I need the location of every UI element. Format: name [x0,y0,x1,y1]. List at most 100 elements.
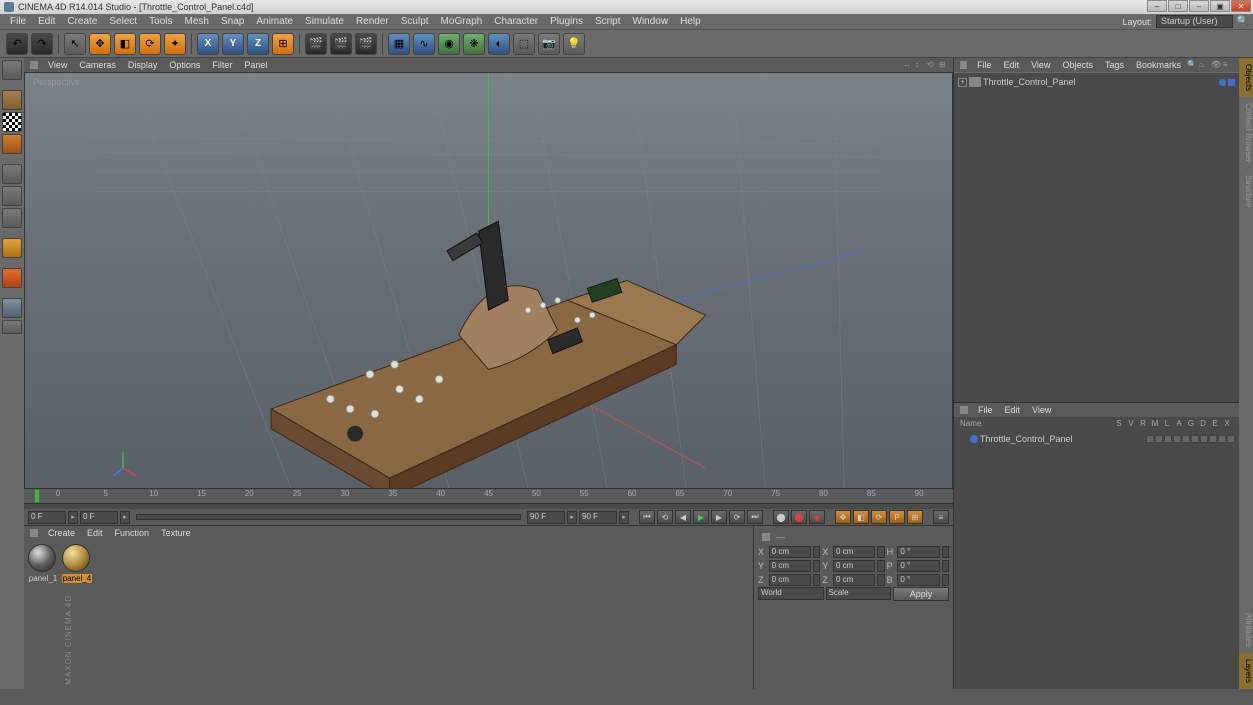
layer-toggle-e[interactable] [1218,435,1226,443]
right-tab-objects[interactable]: Objects [1239,58,1253,97]
menu-edit[interactable]: Edit [32,16,61,27]
attrmgr-view[interactable]: View [1026,405,1057,415]
material-item[interactable]: panel_4 [62,544,92,583]
param-key-button[interactable]: P [889,510,905,524]
right-tab-layers[interactable]: Layers [1239,653,1253,689]
pos-key-button[interactable]: ✥ [835,510,851,524]
snap-tool[interactable] [2,268,22,288]
vp-pan-icon[interactable]: ↔ [903,60,913,70]
coord-spin[interactable] [813,546,820,558]
menu-create[interactable]: Create [61,16,103,27]
visibility-dot[interactable] [1219,79,1226,86]
search-icon[interactable]: 🔍 [1237,16,1249,27]
perspective-viewport[interactable]: Perspective [24,72,953,489]
add-cube-button[interactable]: ▦ [388,33,410,55]
menu-snap[interactable]: Snap [215,16,250,27]
range-end-field[interactable]: 90 F [527,511,565,524]
menu-character[interactable]: Character [488,16,544,27]
vp-layout-icon[interactable]: ⊞ [939,60,949,70]
vp-menu-filter[interactable]: Filter [206,60,238,70]
matmgr-texture[interactable]: Texture [155,528,197,538]
render-region-button[interactable]: 🎬 [330,33,352,55]
objmgr-grip-icon[interactable] [960,61,967,69]
right-tab-content[interactable]: Content Browser [1239,97,1253,169]
axis-tool[interactable] [2,238,22,258]
z-axis-lock[interactable]: Z [247,33,269,55]
menu-window[interactable]: Window [627,16,675,27]
keyframe-sel-button[interactable]: ◉ [809,510,825,524]
goto-end-button[interactable]: ⏭ [747,510,763,524]
range-start-field[interactable]: 0 F [28,511,66,524]
goto-prevkey-button[interactable]: ⟲ [657,510,673,524]
coord-spin[interactable] [877,546,884,558]
coord-spin[interactable] [877,574,884,586]
layer-item[interactable]: Throttle_Control_Panel [956,433,1237,446]
polygons-mode-tool[interactable] [2,208,22,228]
prev-frame-button[interactable]: ◀ [675,510,691,524]
goto-nextkey-button[interactable]: ⟳ [729,510,745,524]
layer-toggle-a[interactable] [1191,435,1199,443]
pla-key-button[interactable]: ⊞ [907,510,923,524]
viewport-grip-icon[interactable] [30,61,38,69]
vp-menu-panel[interactable]: Panel [238,60,273,70]
coord-system[interactable]: ⊞ [272,33,294,55]
coord-system-dropdown[interactable]: World [758,587,824,600]
scale-tool[interactable]: ◧ [114,33,136,55]
menu-file[interactable]: File [4,16,32,27]
attrmgr-file[interactable]: File [972,405,999,415]
goto-start-button[interactable]: ⏮ [639,510,655,524]
minimize2-button[interactable]: – [1189,0,1209,12]
render-view-button[interactable]: 🎬 [305,33,327,55]
menu-simulate[interactable]: Simulate [299,16,350,27]
coord-tab-icon[interactable]: — [776,532,785,542]
maximize-button[interactable]: □ [1168,0,1188,12]
menu-sculpt[interactable]: Sculpt [395,16,435,27]
rotate-tool[interactable]: ⟳ [139,33,161,55]
undo-button[interactable]: ↶ [6,33,28,55]
coord-spin[interactable] [813,574,820,586]
matmgr-function[interactable]: Function [109,528,156,538]
coord-size-field[interactable]: 0 cm [833,560,875,572]
autokey-button[interactable]: ⬤ [791,510,807,524]
add-generator-button[interactable]: ❋ [463,33,485,55]
objmgr-eye-icon[interactable]: 👁 [1211,60,1221,70]
vp-zoom-icon[interactable]: ↕ [915,60,925,70]
vp-menu-options[interactable]: Options [163,60,206,70]
objmgr-home-icon[interactable]: ⌂ [1199,60,1209,70]
objmgr-view[interactable]: View [1025,60,1056,70]
workplane-snap[interactable] [2,298,22,318]
add-deformer-button[interactable]: ◐ [488,33,510,55]
add-light-button[interactable]: 💡 [563,33,585,55]
menu-animate[interactable]: Animate [250,16,299,27]
vp-menu-view[interactable]: View [42,60,73,70]
coord-spin[interactable] [942,574,949,586]
move-tool[interactable]: ✥ [89,33,111,55]
range-end2-spin[interactable]: ▸ [619,511,629,524]
coord-rot-field[interactable]: 0 ° [897,546,939,558]
y-axis-lock[interactable]: Y [222,33,244,55]
coord-rot-field[interactable]: 0 ° [897,560,939,572]
material-item[interactable]: panel_1 [28,544,58,583]
restore-button[interactable]: ▣ [1210,0,1230,12]
range-start-spin[interactable]: ▸ [68,511,78,524]
add-environment-button[interactable]: ⬚ [513,33,535,55]
menu-tools[interactable]: Tools [143,16,178,27]
vp-rotate-icon[interactable]: ⟲ [927,60,937,70]
render-settings-button[interactable]: 🎬 [355,33,377,55]
coord-pos-field[interactable]: 0 cm [769,574,811,586]
record-button[interactable]: ⬤ [773,510,789,524]
add-camera-button[interactable]: 📷 [538,33,560,55]
rot-key-button[interactable]: ⟳ [871,510,887,524]
matmgr-create[interactable]: Create [42,528,81,538]
coord-apply-button[interactable]: Apply [893,587,949,601]
matmgr-edit[interactable]: Edit [81,528,109,538]
objmgr-list-icon[interactable]: ≡ [1223,60,1233,70]
render-dot[interactable] [1228,79,1235,86]
coord-rot-field[interactable]: 0 ° [897,574,939,586]
scale-key-button[interactable]: ◧ [853,510,869,524]
objmgr-edit[interactable]: Edit [998,60,1026,70]
range-end2-field[interactable]: 90 F [579,511,617,524]
model-mode-tool[interactable] [2,90,22,110]
texture-mode-tool[interactable] [2,112,22,132]
coord-spin[interactable] [942,546,949,558]
